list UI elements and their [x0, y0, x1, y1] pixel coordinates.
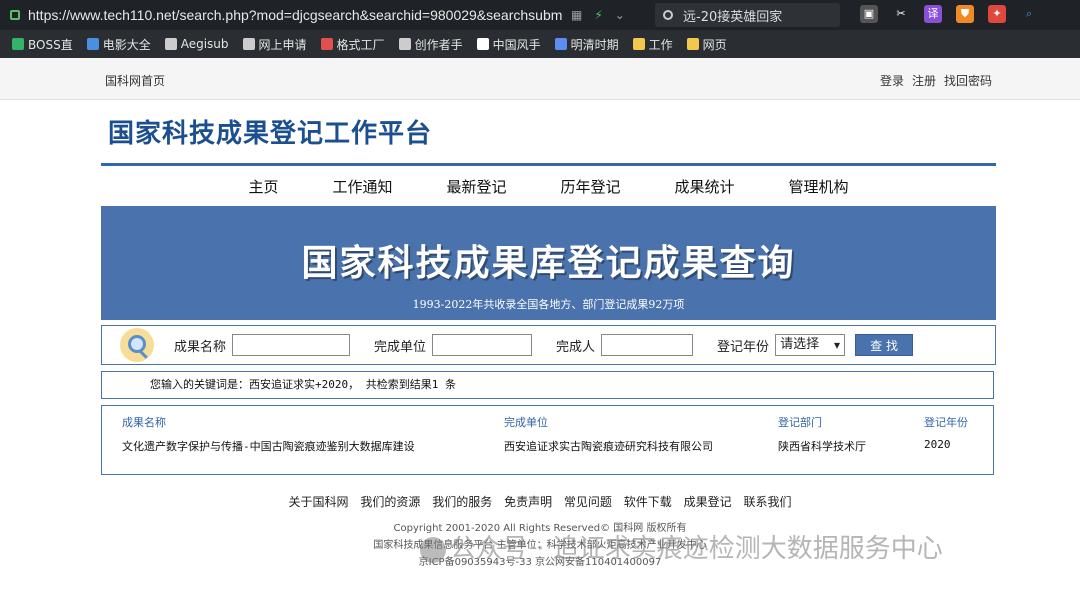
reader-icon[interactable]: ▣ — [860, 5, 878, 23]
recover-password-link[interactable]: 找回密码 — [944, 72, 992, 89]
lock-icon — [10, 10, 20, 20]
top-bar: 国科网首页 登录 注册 找回密码 — [0, 58, 1080, 100]
cell-unit: 西安追证求实古陶瓷痕迹研究科技有限公司 — [504, 440, 713, 453]
browser-search-input[interactable]: 远-20接英雄回家 — [655, 3, 840, 27]
folder-icon — [632, 38, 645, 50]
header-name[interactable]: 成果名称 — [122, 414, 166, 430]
extension-toolbar: ▣ ✂ 译 ⛊ ✦ ⌕ — [860, 5, 1038, 23]
cell-department: 陕西省科学技术厅 — [778, 440, 866, 453]
nav-latest[interactable]: 最新登记 — [446, 170, 506, 204]
person-input[interactable] — [601, 334, 694, 356]
bookmark[interactable]: 明清时期 — [554, 36, 619, 53]
header-department[interactable]: 登记部门 — [778, 414, 822, 430]
bookmark-folder[interactable]: 网页 — [686, 36, 727, 53]
watermark-text: 公众号 · 追证求实痕迹检测大数据服务中心 — [450, 534, 943, 564]
cell-year: 2020 — [924, 438, 951, 451]
link-icon — [554, 38, 567, 50]
unit-label: 完成单位 — [374, 339, 427, 355]
address-actions: ▦ ⚡ ⌄ — [571, 8, 625, 22]
bookmark[interactable]: 创作者手 — [398, 36, 463, 53]
account-links: 登录 注册 找回密码 — [880, 72, 992, 89]
header-unit[interactable]: 完成单位 — [504, 414, 548, 430]
bird-icon — [320, 38, 333, 50]
search-form: 成果名称 完成单位 完成人 登记年份 请选择 查 找 — [101, 325, 996, 365]
bookmark[interactable]: 中国风手 — [476, 36, 541, 53]
bookmark[interactable]: 格式工厂 — [320, 36, 385, 53]
nav-history[interactable]: 历年登记 — [561, 170, 621, 204]
site-logo[interactable]: 国家科技成果登记工作平台 — [108, 113, 432, 150]
grid-icon[interactable]: ▦ — [571, 8, 582, 22]
table-header: 成果名称 完成单位 登记部门 登记年份 — [102, 406, 993, 434]
panda-icon — [476, 38, 489, 50]
name-input[interactable] — [232, 334, 351, 356]
divider — [101, 163, 996, 166]
home-link[interactable]: 国科网首页 — [105, 72, 165, 89]
folder-icon — [686, 38, 699, 50]
unit-input[interactable] — [432, 334, 533, 356]
banner-title: 国家科技成果库登记成果查询 — [301, 243, 796, 284]
boss-icon — [12, 38, 24, 50]
bookmark[interactable]: Aegisub — [164, 37, 229, 51]
nav-home[interactable]: 主页 — [248, 170, 278, 204]
wechat-icon — [420, 536, 446, 563]
footer-link[interactable]: 免责声明 — [504, 495, 552, 509]
page-icon — [164, 38, 177, 50]
year-label: 登记年份 — [717, 339, 770, 355]
bookmark[interactable]: 网上申请 — [242, 36, 307, 53]
shield-icon[interactable]: ⛊ — [956, 5, 974, 23]
browser-search-query: 远-20接英雄回家 — [683, 9, 783, 25]
nav-agencies[interactable]: 管理机构 — [789, 170, 849, 204]
page-icon — [242, 38, 255, 50]
results-table: 成果名称 完成单位 登记部门 登记年份 文化遗产数字保护与传播-中国古陶瓷痕迹鉴… — [101, 405, 994, 475]
scissors-icon[interactable]: ✂ — [892, 5, 910, 23]
chevron-down-icon[interactable]: ⌄ — [615, 8, 625, 22]
magnifier-icon — [120, 328, 154, 362]
footer-link[interactable]: 关于国科网 — [289, 495, 349, 509]
banner-subtitle: 1993-2022年共收录全国各地方、部门登记成果92万项 — [412, 298, 685, 311]
film-icon — [86, 38, 99, 50]
gamepad-icon[interactable]: ✦ — [988, 5, 1006, 23]
table-row[interactable]: 文化遗产数字保护与传播-中国古陶瓷痕迹鉴别大数据库建设 西安追证求实古陶瓷痕迹研… — [102, 434, 993, 458]
footer-link[interactable]: 软件下载 — [624, 495, 672, 509]
footer-link[interactable]: 联系我们 — [743, 495, 791, 509]
year-select[interactable]: 请选择 — [775, 334, 846, 356]
lightning-icon[interactable]: ⚡ — [594, 8, 602, 22]
result-summary: 您输入的关键词是：西安追证求实+2020， 共检索到结果1 条 — [101, 371, 994, 399]
nav-statistics[interactable]: 成果统计 — [675, 170, 735, 204]
main-nav: 主页 工作通知 最新登记 历年登记 成果统计 管理机构 — [101, 170, 996, 204]
footer-link[interactable]: 我们的服务 — [432, 495, 492, 509]
watermark: 公众号 · 追证求实痕迹检测大数据服务中心 — [420, 528, 943, 565]
bookmark[interactable]: BOSS直 — [12, 36, 73, 53]
person-label: 完成人 — [556, 339, 596, 355]
banner: 国家科技成果库登记成果查询 1993-2022年共收录全国各地方、部门登记成果9… — [101, 206, 996, 320]
footer-link[interactable]: 常见问题 — [564, 495, 612, 509]
bookmark[interactable]: 电影大全 — [86, 36, 151, 53]
cell-name[interactable]: 文化遗产数字保护与传播-中国古陶瓷痕迹鉴别大数据库建设 — [122, 438, 415, 454]
search-icon — [663, 10, 673, 20]
search-button[interactable]: 查 找 — [855, 334, 914, 356]
bookmarks-bar: BOSS直 电影大全 Aegisub 网上申请 格式工厂 创作者手 中国风手 明… — [0, 30, 1080, 58]
url-field[interactable]: https://www.tech110.net/search.php?mod=d… — [28, 7, 563, 23]
footer-link[interactable]: 成果登记 — [684, 495, 732, 509]
header-year[interactable]: 登记年份 — [924, 414, 968, 430]
nav-notices[interactable]: 工作通知 — [332, 170, 392, 204]
login-link[interactable]: 登录 — [880, 72, 904, 89]
page-icon — [398, 38, 411, 50]
name-label: 成果名称 — [174, 339, 227, 355]
footer-link[interactable]: 我们的资源 — [360, 495, 420, 509]
register-link[interactable]: 注册 — [912, 72, 936, 89]
search-icon[interactable]: ⌕ — [1020, 5, 1038, 23]
bookmark-folder[interactable]: 工作 — [632, 36, 673, 53]
footer-links: 关于国科网 我们的资源 我们的服务 免责声明 常见问题 软件下载 成果登记 联系… — [0, 493, 1080, 510]
translate-icon[interactable]: 译 — [924, 5, 942, 23]
